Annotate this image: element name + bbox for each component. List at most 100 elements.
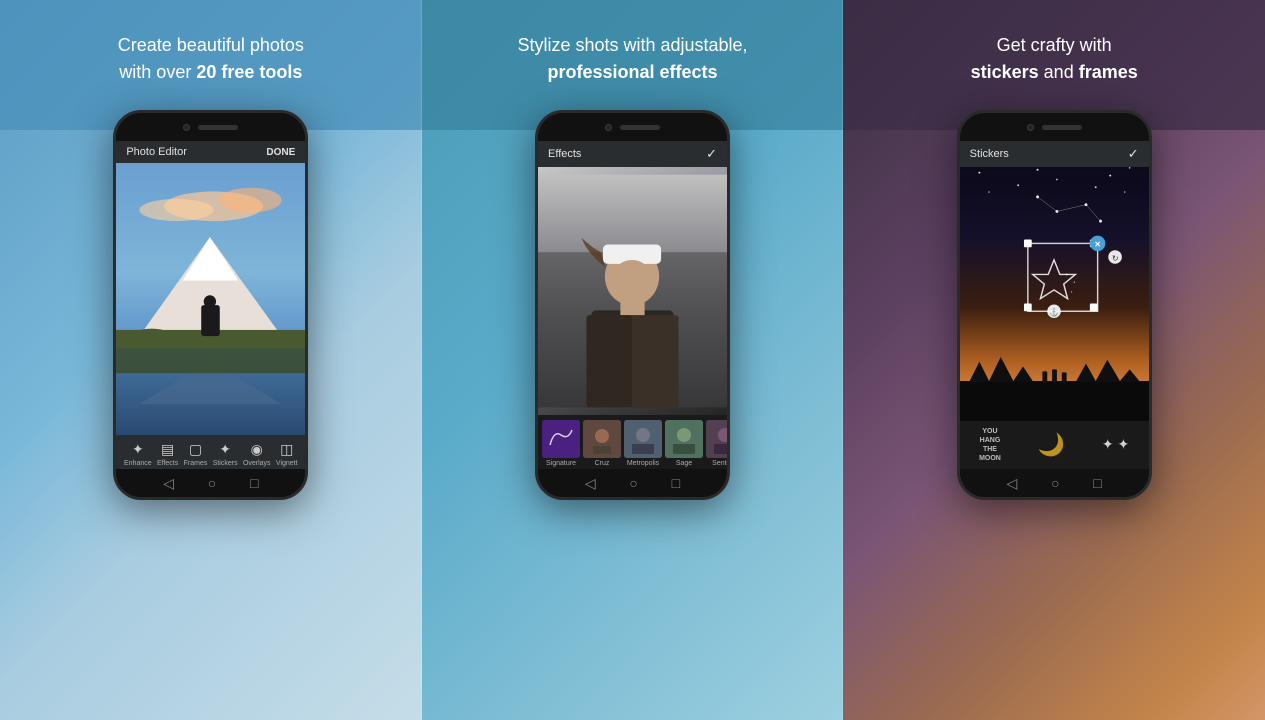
frames-label: Frames [184, 460, 208, 467]
panel-2: Stylize shots with adjustable, professio… [422, 0, 844, 720]
effect-label-metropolis: Metropolis [627, 460, 659, 467]
enhance-icon: ✦ [132, 441, 144, 458]
phone-2-camera [605, 124, 612, 131]
phone-2-screen: Effects ✓ [538, 141, 727, 469]
caption-3-text: Get crafty with [997, 35, 1112, 55]
phone-2-speaker [620, 125, 660, 130]
panel-3-caption: Get crafty with stickers and frames [941, 0, 1168, 110]
back-nav-icon[interactable]: ◁ [163, 475, 174, 492]
phone-3: Stickers ✓ [957, 110, 1152, 500]
effect-thumb-metropolis [624, 420, 662, 458]
effect-metropolis[interactable]: Metropolis [624, 420, 662, 467]
enhance-label: Enhance [124, 460, 152, 467]
phone-2-container: Effects ✓ [535, 110, 730, 720]
effect-thumb-sentosa [706, 420, 727, 458]
home-nav-icon[interactable]: ○ [208, 475, 216, 491]
back-nav-icon-2[interactable]: ◁ [585, 475, 596, 492]
home-nav-icon-2[interactable]: ○ [629, 475, 637, 491]
screen1-title: Photo Editor [126, 146, 187, 158]
panel-3: Get crafty with stickers and frames Stic… [843, 0, 1265, 720]
phone-3-container: Stickers ✓ [957, 110, 1152, 720]
toolbar-overlays[interactable]: ◉ Overlays [243, 441, 271, 467]
phone-3-speaker [1042, 125, 1082, 130]
toolbar-vignette[interactable]: ◫ Vignett [276, 441, 298, 467]
phone-2: Effects ✓ [535, 110, 730, 500]
stickers-label: Stickers [213, 460, 238, 467]
panel-2-caption: Stylize shots with adjustable, professio… [487, 0, 777, 110]
screen1-photo [116, 163, 305, 435]
panel-1: Create beautiful photoswith over 20 free… [0, 0, 422, 720]
effects-icon: ▤ [161, 441, 174, 458]
effect-thumb-cruz [583, 420, 621, 458]
phone-1-top-bar [116, 113, 305, 141]
screen2-photo [538, 167, 727, 415]
recents-nav-icon[interactable]: □ [250, 475, 258, 491]
back-nav-icon-3[interactable]: ◁ [1007, 475, 1018, 492]
vignette-icon: ◫ [280, 441, 293, 458]
phone-3-top-bar [960, 113, 1149, 141]
recents-nav-icon-2[interactable]: □ [672, 475, 680, 491]
effects-label: Effects [157, 460, 178, 467]
phone-3-camera [1027, 124, 1034, 131]
phone-1: Photo Editor DONE [113, 110, 308, 500]
sticker-option-stars[interactable]: ✦ ✦ [1102, 436, 1129, 453]
screen3-photo: × ↻ ⚓ [960, 167, 1149, 421]
caption-3-and: and [1044, 62, 1079, 82]
screen2-effects-row: Signature Cruz [538, 415, 727, 469]
stickers-icon: ✦ [219, 441, 231, 458]
toolbar-enhance[interactable]: ✦ Enhance [124, 441, 152, 467]
effect-sage[interactable]: Sage [665, 420, 703, 467]
sticker-option-text[interactable]: YOUHANGTHEMOON [979, 427, 1001, 463]
home-nav-icon-3[interactable]: ○ [1051, 475, 1059, 491]
effect-label-sentosa: Sentosa [712, 460, 727, 467]
screen1-header: Photo Editor DONE [116, 141, 305, 163]
phone-1-bottom-bar: ◁ ○ □ [116, 469, 305, 497]
effect-thumb-sage [665, 420, 703, 458]
svg-text:↻: ↻ [1111, 254, 1118, 263]
screen2-check[interactable]: ✓ [706, 146, 717, 162]
effect-label-sage: Sage [676, 460, 692, 467]
sticker-option-moon[interactable]: 🌙 [1038, 432, 1065, 458]
effect-sentosa[interactable]: Sentosa [706, 420, 727, 467]
screen3-title: Stickers [970, 148, 1009, 160]
screen2-title: Effects [548, 148, 581, 160]
screen2-header: Effects ✓ [538, 141, 727, 167]
toolbar-icons: ✦ Enhance ▤ Effects ▢ Frames ✦ [116, 441, 305, 467]
overlays-icon: ◉ [251, 441, 263, 458]
phone-1-container: Photo Editor DONE [113, 110, 308, 720]
caption-1-bold: 20 free tools [196, 62, 302, 82]
screen1-toolbar: ✦ Enhance ▤ Effects ▢ Frames ✦ [116, 435, 305, 469]
screen3-check[interactable]: ✓ [1128, 146, 1139, 162]
svg-text:⚓: ⚓ [1049, 307, 1059, 317]
recents-nav-icon-3[interactable]: □ [1093, 475, 1101, 491]
effect-label-signature: Signature [546, 460, 576, 467]
effect-cruz[interactable]: Cruz [583, 420, 621, 467]
vignette-label: Vignett [276, 460, 298, 467]
toolbar-frames[interactable]: ▢ Frames [184, 441, 208, 467]
panel-1-divider [421, 0, 422, 720]
effect-signature[interactable]: Signature [542, 420, 580, 467]
phone-1-speaker [198, 125, 238, 130]
panel-2-divider [842, 0, 843, 720]
phone-1-screen: Photo Editor DONE [116, 141, 305, 469]
phone-1-camera [183, 124, 190, 131]
portrait-photo [538, 167, 727, 415]
effect-label-cruz: Cruz [595, 460, 610, 467]
caption-3-bold1: stickers [971, 62, 1039, 82]
panel-1-caption: Create beautiful photoswith over 20 free… [88, 0, 334, 110]
toolbar-effects[interactable]: ▤ Effects [157, 441, 178, 467]
overlays-label: Overlays [243, 460, 271, 467]
screen3-bottom: YOUHANGTHEMOON 🌙 ✦ ✦ [960, 421, 1149, 469]
screen1-done[interactable]: DONE [266, 147, 295, 158]
svg-text:×: × [1094, 239, 1100, 250]
phone-2-bottom-bar: ◁ ○ □ [538, 469, 727, 497]
phone-3-screen: Stickers ✓ [960, 141, 1149, 469]
phone-2-top-bar [538, 113, 727, 141]
effect-thumb-signature [542, 420, 580, 458]
caption-3-bold2: frames [1079, 62, 1138, 82]
toolbar-stickers[interactable]: ✦ Stickers [213, 441, 238, 467]
screen3-header: Stickers ✓ [960, 141, 1149, 167]
caption-2-text: Stylize shots with adjustable, [517, 35, 747, 55]
phone-3-bottom-bar: ◁ ○ □ [960, 469, 1149, 497]
caption-2-bold: professional effects [547, 62, 717, 82]
